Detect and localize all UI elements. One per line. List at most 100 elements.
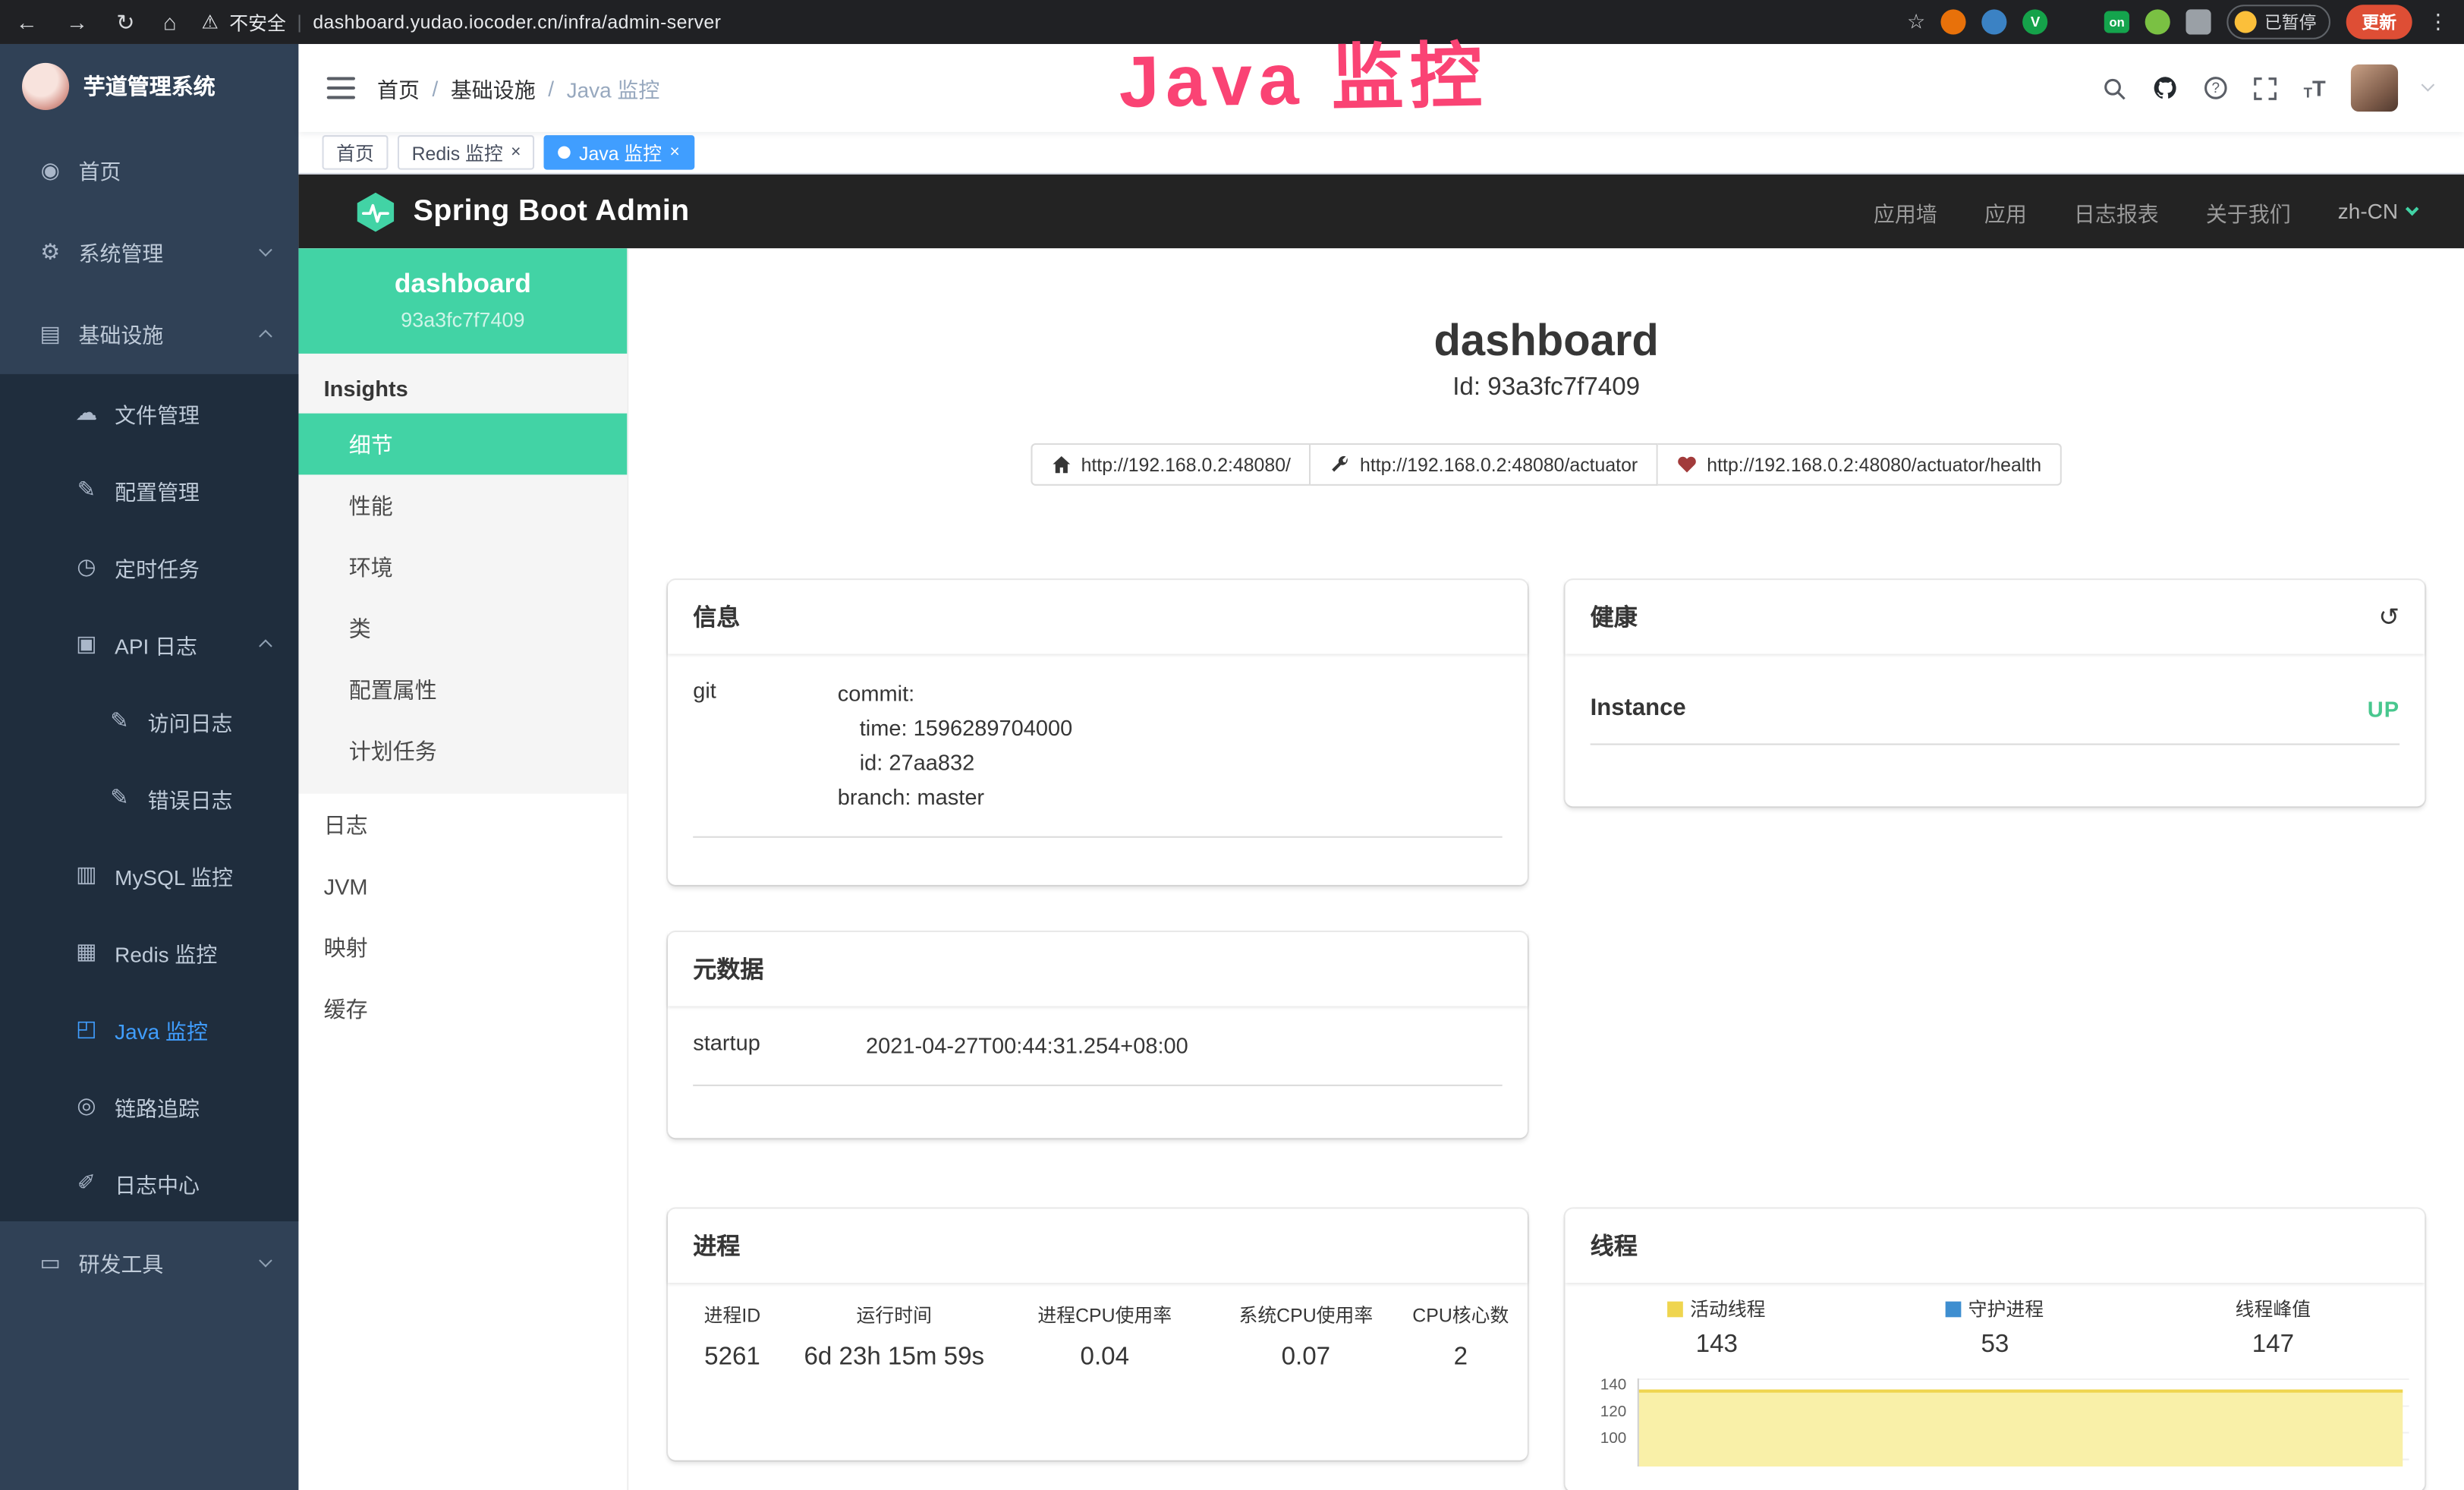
sidebar-item-log-center[interactable]: ✐ 日志中心 <box>0 1145 298 1221</box>
sba-item-classes[interactable]: 类 <box>298 597 627 659</box>
sba-nav-wallboard[interactable]: 应用墙 <box>1874 196 1937 227</box>
extension-fox-icon[interactable] <box>1941 9 1966 34</box>
hamburger-icon[interactable] <box>327 77 355 99</box>
security-label: 不安全 <box>229 8 286 35</box>
chevron-down-icon <box>259 1253 272 1267</box>
health-url-button[interactable]: http://192.168.0.2:48080/actuator/health <box>1658 443 2062 486</box>
breadcrumb-infrastructure[interactable]: 基础设施 <box>451 72 536 103</box>
sba-item-config-props[interactable]: 配置属性 <box>298 659 627 720</box>
sidebar-item-home[interactable]: ◉ 首页 <box>0 129 298 211</box>
cards-right-column: 健康 ↺ Instance UP <box>1566 580 2425 1490</box>
forward-icon[interactable]: → <box>66 9 88 34</box>
info-key: git <box>693 676 838 814</box>
threads-legend: 活动线程 143 守护进程 <box>1566 1283 2425 1359</box>
address-bar[interactable]: ⚠ 不安全 | dashboard.yudao.iocoder.cn/infra… <box>201 8 1907 35</box>
home-icon[interactable]: ⌂ <box>163 9 177 34</box>
font-size-icon[interactable]: TT <box>2304 75 2326 100</box>
extensions-puzzle-icon[interactable] <box>2186 9 2211 34</box>
sba-item-metrics[interactable]: 性能 <box>298 474 627 536</box>
avatar-caret-icon[interactable] <box>2422 78 2435 92</box>
browser-right-cluster: ☆ V on 已暂停 更新 ⋮ <box>1907 5 2448 39</box>
user-avatar[interactable] <box>2351 65 2398 112</box>
legend-value: 143 <box>1578 1331 1856 1359</box>
legend-label: 线程峰值 <box>2236 1295 2311 1321</box>
sidebar-item-tracing[interactable]: ◎ 链路追踪 <box>0 1067 298 1144</box>
reload-icon[interactable]: ↻ <box>116 8 134 35</box>
extension-leaf-icon[interactable] <box>2145 9 2170 34</box>
info-row-git: git commit: time: 1596289704000 id: 27aa… <box>693 676 1502 837</box>
metadata-key: startup <box>693 1028 866 1063</box>
health-instance-row[interactable]: Instance UP <box>1591 676 2399 745</box>
sba-nav-about[interactable]: 关于我们 <box>2206 196 2291 227</box>
sba-item-details[interactable]: 细节 <box>298 414 627 475</box>
extension-drop-icon[interactable] <box>1982 9 2007 34</box>
sidebar-item-error-logs[interactable]: ✎ 错误日志 <box>0 759 298 836</box>
extension-grid-icon[interactable] <box>2063 9 2088 34</box>
sba-item-mappings[interactable]: 映射 <box>298 916 627 978</box>
metadata-row-startup: startup 2021-04-27T00:44:31.254+08:00 <box>693 1028 1502 1086</box>
sidebar-item-access-logs[interactable]: ✎ 访问日志 <box>0 682 298 759</box>
sidebar-item-scheduled-jobs[interactable]: ◷ 定时任务 <box>0 528 298 605</box>
sba-navbar: Spring Boot Admin 应用墙 应用 日志报表 关于我们 zh-CN <box>298 175 2464 248</box>
breadcrumb-home[interactable]: 首页 <box>377 72 420 103</box>
history-icon[interactable]: ↺ <box>2378 601 2399 632</box>
threads-chart-y-axis: 140 120 100 <box>1588 1378 1638 1466</box>
tab-java-monitor[interactable]: Java 监控 × <box>544 135 694 170</box>
instance-header[interactable]: dashboard 93a3fc7f7409 <box>298 248 627 354</box>
sidebar-item-dev-tools[interactable]: ▭ 研发工具 <box>0 1221 298 1303</box>
service-url-button[interactable]: http://192.168.0.2:48080/ <box>1031 443 1311 486</box>
process-col-header: 进程ID <box>681 1292 785 1337</box>
process-col-header: 进程CPU使用率 <box>1004 1292 1205 1337</box>
sba-main: dashboard Id: 93a3fc7f7409 http://192.16… <box>628 248 2464 1490</box>
sba-item-jvm[interactable]: JVM <box>298 855 627 917</box>
sidebar-item-config-mgmt[interactable]: ✎ 配置管理 <box>0 451 298 528</box>
sba-item-scheduled-tasks[interactable]: 计划任务 <box>298 720 627 781</box>
extension-on-badge[interactable]: on <box>2104 11 2129 33</box>
help-icon[interactable]: ? <box>2203 75 2228 100</box>
info-card: 信息 git commit: time: 1596289704000 <box>668 580 1528 885</box>
active-tab-dot <box>559 146 571 159</box>
cloud-icon: ☁ <box>71 399 102 426</box>
sidebar-item-java-monitor[interactable]: ◰ Java 监控 <box>0 991 298 1067</box>
profile-badge-label: 已暂停 <box>2264 9 2316 34</box>
sidebar-item-redis-monitor[interactable]: ▦ Redis 监控 <box>0 913 298 990</box>
sba-item-logs[interactable]: 日志 <box>298 794 627 855</box>
sidebar-item-label: 错误日志 <box>148 782 271 813</box>
chevron-up-icon <box>259 639 272 653</box>
sidebar-item-system-mgmt[interactable]: ⚙ 系统管理 <box>0 210 298 292</box>
y-tick: 120 <box>1600 1405 1638 1432</box>
sidebar-item-label: 访问日志 <box>148 705 271 736</box>
close-icon[interactable]: × <box>511 143 521 162</box>
sidebar-item-file-mgmt[interactable]: ☁ 文件管理 <box>0 374 298 451</box>
sidebar-item-mysql-monitor[interactable]: ▥ MySQL 监控 <box>0 836 298 913</box>
sidebar-item-api-logs[interactable]: ▣ API 日志 <box>0 605 298 682</box>
sba-brand[interactable]: Spring Boot Admin <box>354 190 690 234</box>
browser-menu-icon[interactable]: ⋮ <box>2428 9 2448 34</box>
bookmark-star-icon[interactable]: ☆ <box>1907 9 1925 34</box>
github-icon[interactable] <box>2153 75 2178 100</box>
sidebar-item-infrastructure[interactable]: ▤ 基础设施 <box>0 292 298 374</box>
card-title: 线程 <box>1591 1229 1638 1262</box>
process-col-header: 系统CPU使用率 <box>1205 1292 1406 1337</box>
extension-v-icon[interactable]: V <box>2023 9 2048 34</box>
fullscreen-icon[interactable] <box>2253 75 2278 100</box>
sba-nav-applications[interactable]: 应用 <box>1984 196 2027 227</box>
chrome-update-button[interactable]: 更新 <box>2346 5 2412 39</box>
tab-redis-monitor[interactable]: Redis 监控 × <box>398 135 535 170</box>
actuator-url-button[interactable]: http://192.168.0.2:48080/actuator <box>1311 443 1658 486</box>
health-card-body: Instance UP <box>1566 654 2425 767</box>
legend-label: 活动线程 <box>1690 1295 1765 1321</box>
sba-item-caches[interactable]: 缓存 <box>298 978 627 1039</box>
sba-nav-journal[interactable]: 日志报表 <box>2074 196 2159 227</box>
app-logo[interactable]: 芋道管理系统 <box>0 44 298 129</box>
tab-home[interactable]: 首页 <box>323 135 389 170</box>
close-icon[interactable]: × <box>669 143 679 162</box>
back-icon[interactable]: ← <box>16 9 38 34</box>
search-icon[interactable] <box>2103 75 2128 100</box>
locale-select[interactable]: zh-CN <box>2338 200 2417 223</box>
git-commit-line: commit: <box>838 676 1503 710</box>
profile-paused-badge[interactable]: 已暂停 <box>2226 5 2330 39</box>
threads-card-header: 线程 <box>1566 1208 2425 1282</box>
url-text[interactable]: dashboard.yudao.iocoder.cn/infra/admin-s… <box>313 11 721 33</box>
sba-item-environment[interactable]: 环境 <box>298 536 627 597</box>
